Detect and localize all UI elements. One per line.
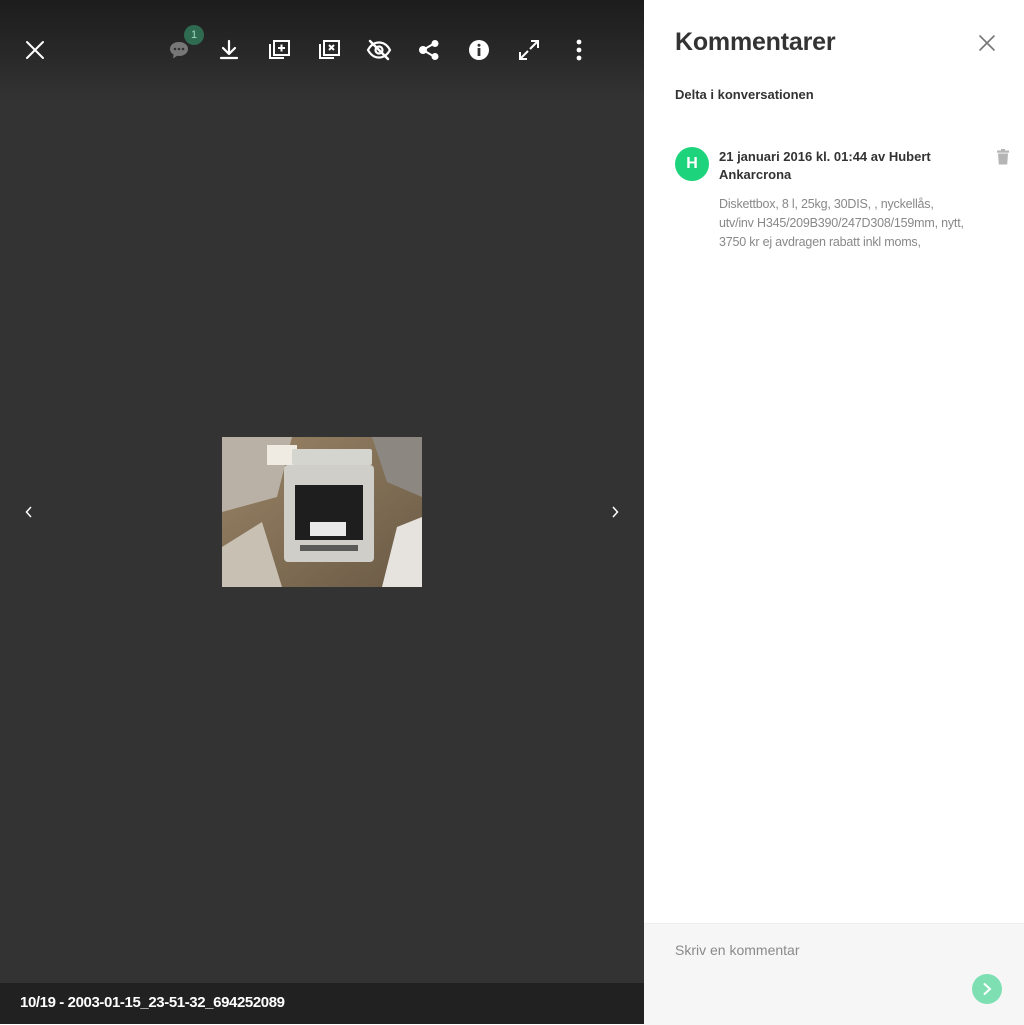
- comment-input[interactable]: [675, 939, 965, 961]
- comment-body: Diskettbox, 8 l, 25kg, 30DIS, , nyckellå…: [719, 197, 964, 249]
- share-icon: [419, 40, 439, 60]
- remove-from-album-icon: [319, 40, 340, 59]
- close-viewer-button[interactable]: [18, 33, 52, 67]
- close-icon: [979, 35, 995, 51]
- info-button[interactable]: [462, 33, 496, 67]
- caption-bar: 10/19 - 2003-01-15_23-51-32_694252089: [0, 983, 644, 1024]
- photo-caption: 10/19 - 2003-01-15_23-51-32_694252089: [20, 994, 285, 1011]
- send-comment-button[interactable]: [972, 974, 1002, 1004]
- viewer-toolbar: 1: [0, 0, 644, 100]
- hide-button[interactable]: [362, 33, 396, 67]
- share-button[interactable]: [412, 33, 446, 67]
- remove-from-album-button[interactable]: [312, 33, 346, 67]
- comment-composer: [644, 923, 1024, 1025]
- panel-title: Kommentarer: [675, 28, 836, 56]
- expand-icon: [519, 40, 539, 60]
- chevron-right-icon: [612, 506, 619, 518]
- comments-button[interactable]: 1: [162, 25, 204, 67]
- next-photo-button[interactable]: [601, 498, 629, 526]
- chevron-left-icon: [25, 506, 32, 518]
- close-icon: [26, 41, 44, 59]
- add-to-album-button[interactable]: [262, 33, 296, 67]
- previous-photo-button[interactable]: [15, 498, 43, 526]
- more-vertical-icon: [576, 39, 582, 61]
- send-icon: [983, 983, 992, 995]
- add-to-album-icon: [269, 40, 290, 59]
- more-options-button[interactable]: [562, 33, 596, 67]
- comments-panel: Kommentarer Delta i konversationen H 21 …: [644, 0, 1024, 1025]
- info-icon: [469, 40, 489, 60]
- download-button[interactable]: [212, 33, 246, 67]
- photo: [222, 437, 422, 587]
- avatar: H: [675, 147, 709, 181]
- close-panel-button[interactable]: [976, 32, 998, 54]
- photo-viewer: 1 10/19 - 2003-01-15_23-51-32_694252089: [0, 0, 644, 1024]
- fullscreen-button[interactable]: [512, 33, 546, 67]
- photo-image: [222, 437, 422, 587]
- panel-subtitle: Delta i konversationen: [675, 87, 814, 102]
- delete-comment-button[interactable]: [996, 149, 1010, 165]
- trash-icon: [997, 149, 1009, 165]
- eye-off-icon: [366, 39, 392, 61]
- comments-count-badge: 1: [184, 25, 204, 45]
- download-icon: [219, 39, 239, 60]
- comment-header: 21 januari 2016 kl. 01:44 av Hubert Anka…: [719, 149, 931, 182]
